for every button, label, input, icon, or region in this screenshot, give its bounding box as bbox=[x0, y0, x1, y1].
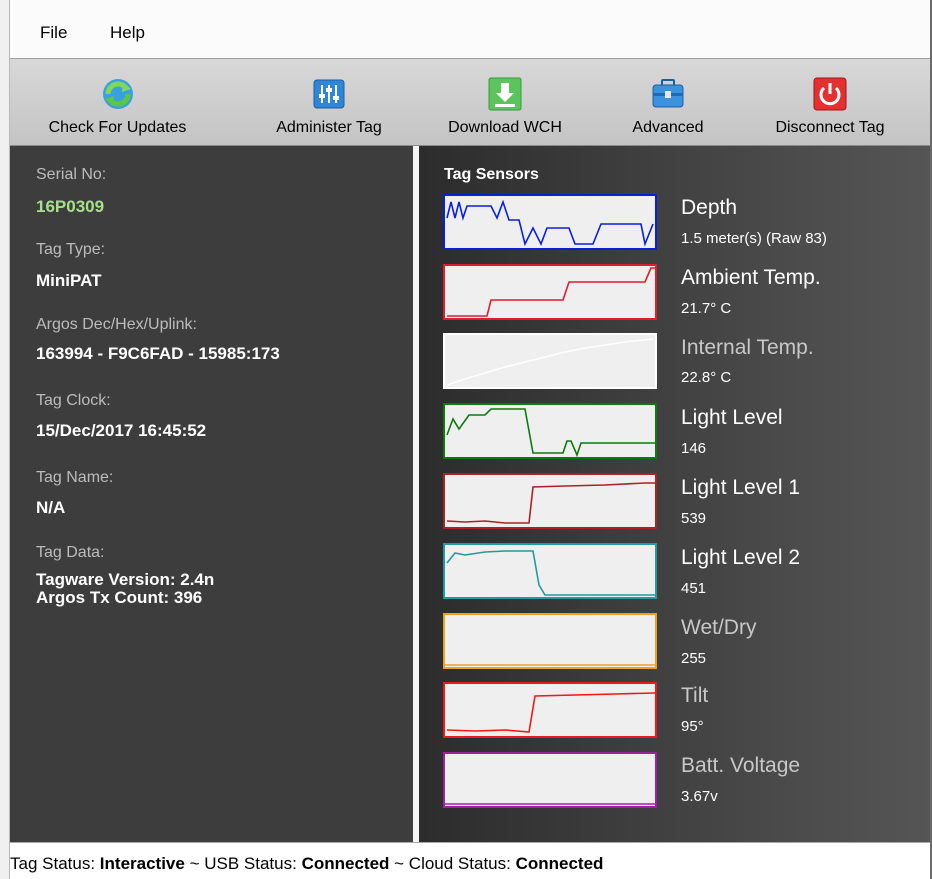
sensors-title: Tag Sensors bbox=[444, 166, 539, 183]
sliders-icon bbox=[313, 79, 345, 109]
light-level-1-value: 539 bbox=[681, 510, 707, 527]
usb-status-value: Connected bbox=[301, 854, 390, 873]
light-level-2-value: 451 bbox=[681, 580, 707, 597]
download-wch-label: Download WCH bbox=[448, 119, 562, 136]
tilt-label: Tilt bbox=[681, 684, 709, 707]
tag-data-label: Tag Data: bbox=[36, 544, 105, 561]
tagware-version: Tagware Version: 2.4n bbox=[36, 570, 215, 589]
light-level-label: Light Level bbox=[681, 406, 783, 429]
internal-temp-label: Internal Temp. bbox=[681, 336, 814, 359]
wet-dry-sparkline bbox=[445, 664, 655, 666]
tag-status-value: Interactive bbox=[99, 854, 185, 873]
internal-temp-graph bbox=[443, 333, 657, 389]
advanced-label: Advanced bbox=[632, 119, 704, 136]
tag-sensors-panel: Tag Sensors Depth 1.5 meter(s) (Raw 83) … bbox=[419, 146, 930, 842]
serial-value: 16P0309 bbox=[36, 197, 105, 216]
tilt-sparkline bbox=[446, 692, 655, 733]
argos-label: Argos Dec/Hex/Uplink: bbox=[36, 316, 197, 333]
tag-info-panel: Serial No: 16P0309 Tag Type: MiniPAT Arg… bbox=[10, 146, 413, 842]
tag-clock-label: Tag Clock: bbox=[36, 392, 111, 409]
light-level-1-graph bbox=[443, 473, 657, 529]
administer-tag-label: Administer Tag bbox=[276, 119, 382, 136]
download-wch-button[interactable]: Download WCH bbox=[430, 59, 580, 145]
ambient-temp-value: 21.7° C bbox=[681, 300, 732, 317]
depth-label: Depth bbox=[681, 196, 738, 219]
wet-dry-value: 255 bbox=[681, 650, 707, 667]
tag-status-label: Tag Status: bbox=[10, 854, 96, 873]
serial-label: Serial No: bbox=[36, 166, 107, 183]
light-level-2-label: Light Level 2 bbox=[681, 546, 801, 569]
menu-file[interactable]: File bbox=[40, 23, 67, 43]
check-updates-button[interactable]: Check For Updates bbox=[40, 59, 195, 145]
ambient-temp-sparkline bbox=[447, 267, 655, 317]
disconnect-tag-button[interactable]: Disconnect Tag bbox=[750, 59, 910, 145]
argos-tx-count: Argos Tx Count: 396 bbox=[36, 588, 203, 607]
menu-help[interactable]: Help bbox=[110, 23, 145, 43]
depth-value: 1.5 meter(s) (Raw 83) bbox=[681, 230, 827, 247]
argos-value: 163994 - F9C6FAD - 15985:173 bbox=[36, 344, 280, 363]
light-level-2-graph bbox=[443, 543, 657, 599]
toolbox-icon bbox=[652, 79, 684, 108]
tag-name-value: N/A bbox=[36, 498, 66, 517]
internal-temp-value: 22.8° C bbox=[681, 369, 732, 386]
light-level-value: 146 bbox=[681, 440, 707, 457]
depth-graph bbox=[443, 194, 657, 250]
wet-dry-graph bbox=[443, 613, 657, 669]
cloud-status-label: ~ Cloud Status: bbox=[394, 854, 511, 873]
light-level-graph bbox=[443, 403, 657, 459]
internal-temp-sparkline bbox=[446, 338, 654, 386]
power-icon bbox=[813, 77, 847, 111]
batt-voltage-sparkline bbox=[445, 803, 655, 805]
wet-dry-label: Wet/Dry bbox=[681, 616, 757, 639]
tilt-graph bbox=[443, 682, 657, 738]
cloud-status-value: Connected bbox=[515, 854, 604, 873]
refresh-icon bbox=[102, 79, 133, 109]
ambient-temp-graph bbox=[443, 264, 657, 320]
status-text: Tag Status: Interactive ~ USB Status: Co… bbox=[10, 854, 603, 874]
batt-voltage-value: 3.67v bbox=[681, 788, 718, 805]
light-level-1-label: Light Level 1 bbox=[681, 476, 801, 499]
disconnect-tag-label: Disconnect Tag bbox=[775, 119, 885, 136]
tag-type-value: MiniPAT bbox=[36, 271, 102, 290]
light-level-sparkline bbox=[446, 408, 655, 457]
tilt-value: 95° bbox=[681, 718, 704, 735]
administer-tag-button[interactable]: Administer Tag bbox=[255, 59, 403, 145]
ambient-temp-label: Ambient Temp. bbox=[681, 266, 821, 289]
toolbar: Check For Updates Administer Tag Downloa… bbox=[10, 58, 930, 146]
menu-bar: File Help bbox=[10, 0, 930, 58]
download-icon bbox=[488, 77, 522, 111]
batt-voltage-graph bbox=[443, 752, 657, 808]
batt-voltage-label: Batt. Voltage bbox=[681, 754, 801, 777]
status-bar: Tag Status: Interactive ~ USB Status: Co… bbox=[10, 842, 930, 879]
check-updates-label: Check For Updates bbox=[48, 119, 187, 136]
app-window: File Help Check For Updates Administer T… bbox=[0, 0, 932, 879]
light-level-1-sparkline bbox=[446, 482, 655, 524]
tag-clock-value: 15/Dec/2017 16:45:52 bbox=[36, 421, 207, 440]
tag-type-label: Tag Type: bbox=[36, 241, 106, 258]
light-level-2-sparkline bbox=[446, 550, 655, 596]
depth-sparkline bbox=[446, 199, 654, 247]
usb-status-label: ~ USB Status: bbox=[189, 854, 297, 873]
tag-name-label: Tag Name: bbox=[36, 469, 114, 486]
advanced-button[interactable]: Advanced bbox=[618, 59, 718, 145]
